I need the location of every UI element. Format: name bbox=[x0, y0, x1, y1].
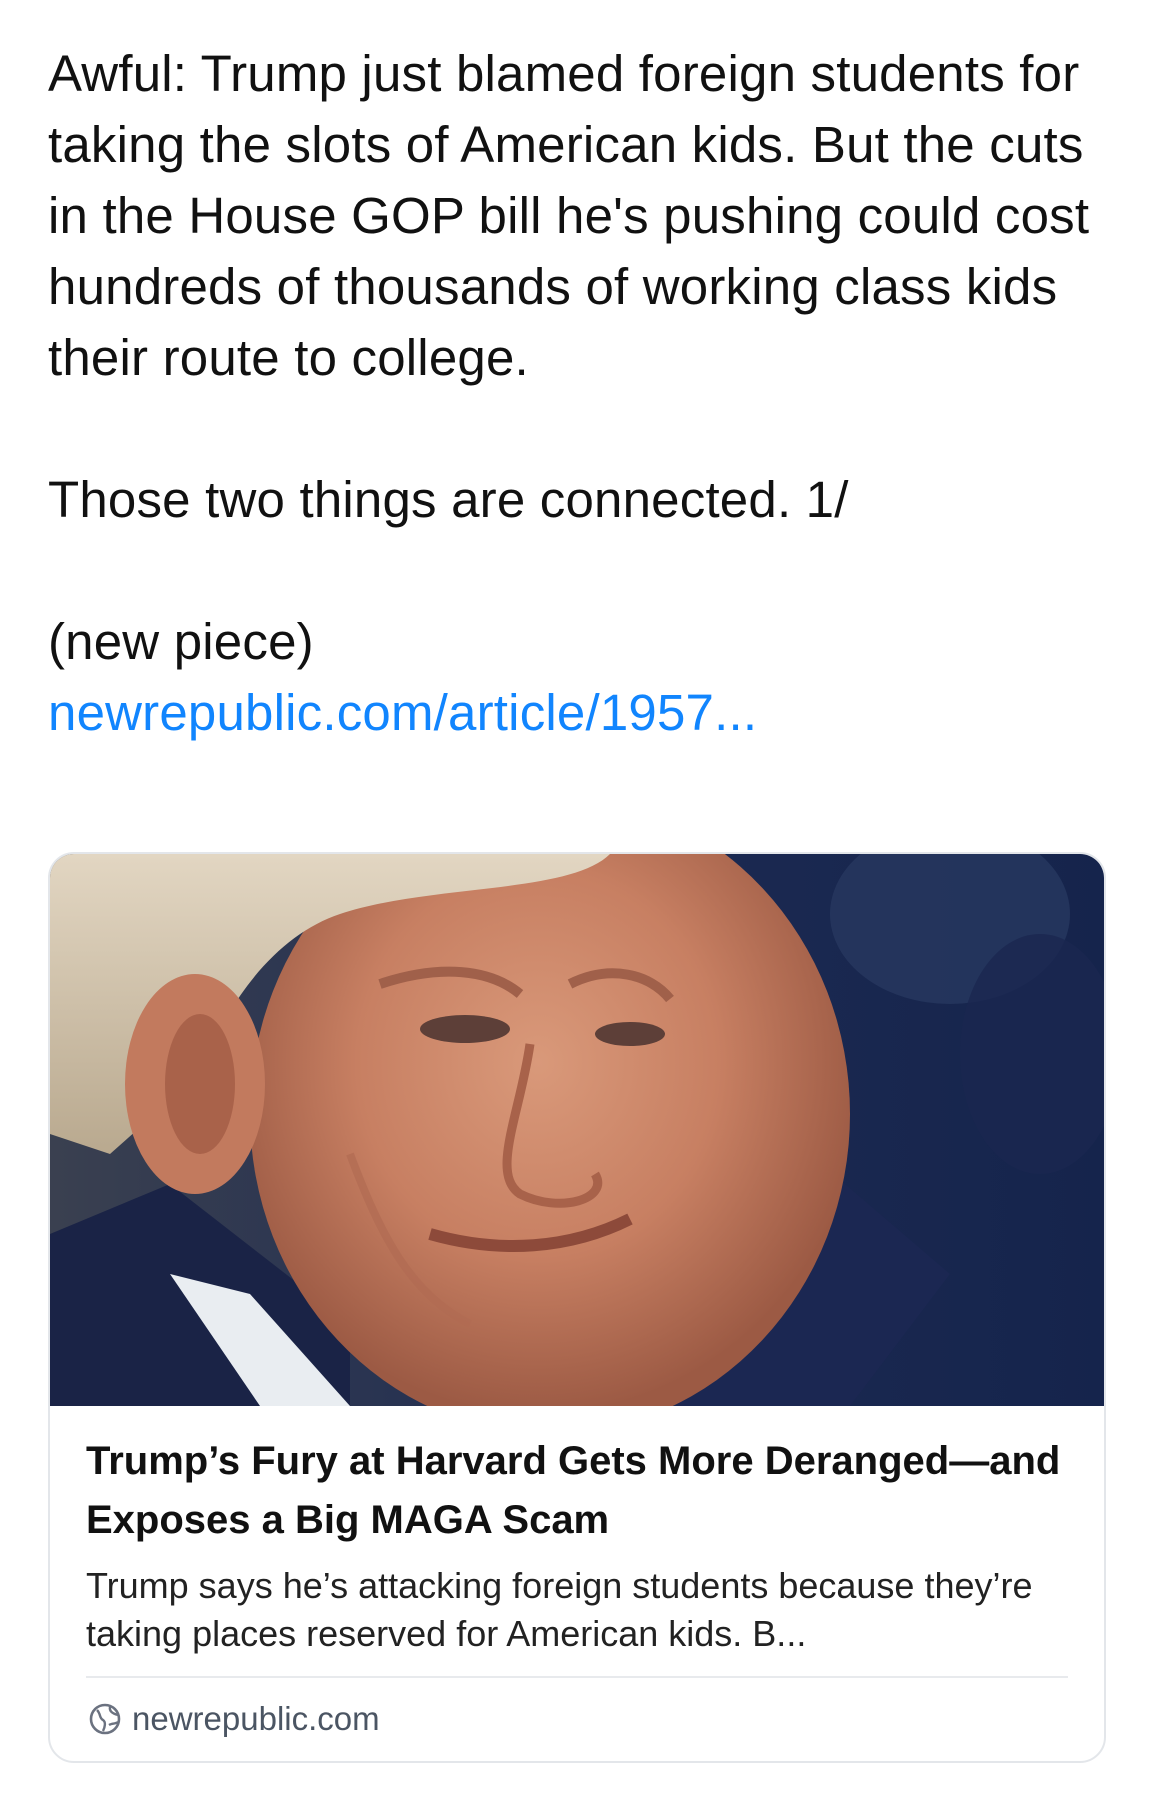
link-preview-card[interactable]: Trump’s Fury at Harvard Gets More Derang… bbox=[48, 852, 1106, 1763]
article-description: Trump says he’s attacking foreign studen… bbox=[86, 1565, 1033, 1654]
post-paragraph: Awful: Trump just blamed foreign student… bbox=[48, 45, 1090, 386]
article-thumbnail bbox=[50, 854, 1104, 1406]
domain-label: newrepublic.com bbox=[132, 1700, 380, 1737]
card-domain: newrepublic.com bbox=[88, 1700, 380, 1738]
globe-icon bbox=[88, 1702, 122, 1736]
post: Awful: Trump just blamed foreign student… bbox=[0, 0, 1170, 1815]
card-divider bbox=[86, 1676, 1068, 1678]
post-paragraph: Those two things are connected. 1/ bbox=[48, 471, 849, 528]
card-body: Trump’s Fury at Harvard Gets More Derang… bbox=[86, 1432, 1076, 1658]
article-title: Trump’s Fury at Harvard Gets More Derang… bbox=[86, 1439, 1061, 1542]
post-text: Awful: Trump just blamed foreign student… bbox=[48, 38, 1128, 748]
article-link[interactable]: newrepublic.com/article/1957... bbox=[48, 677, 1128, 748]
post-paragraph: (new piece) bbox=[48, 613, 314, 670]
